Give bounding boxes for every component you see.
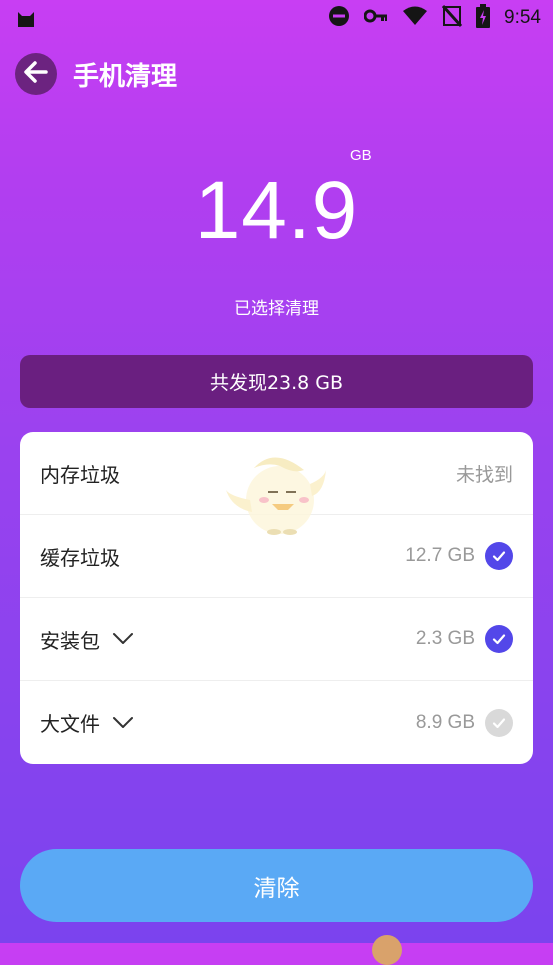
page-title: 手机清理	[73, 61, 178, 92]
selected-size-value: 14.9	[194, 165, 359, 256]
list-item-install-packages[interactable]: 安装包 2.3 GB	[20, 598, 533, 681]
item-status: 未找到	[455, 463, 513, 486]
clear-button[interactable]: 清除	[20, 849, 533, 922]
item-label: 安装包	[40, 628, 100, 653]
item-size: 12.7 GB	[405, 545, 475, 566]
mascot-bird-icon[interactable]	[224, 448, 328, 538]
checkbox-unchecked-icon[interactable]	[485, 708, 513, 737]
key-icon	[363, 8, 388, 28]
wifi-icon	[402, 6, 428, 30]
battery-icon	[476, 4, 491, 32]
dnd-icon	[328, 5, 350, 31]
item-label: 缓存垃圾	[40, 545, 120, 570]
checkbox-checked-icon[interactable]	[485, 542, 513, 570]
back-button[interactable]	[15, 53, 57, 95]
selected-size-unit: GB	[350, 147, 372, 164]
app-header: 手机清理	[15, 52, 177, 96]
list-item-large-files[interactable]: 大文件 8.9 GB	[20, 681, 533, 764]
item-label: 内存垃圾	[40, 462, 120, 487]
chevron-down-icon[interactable]	[112, 632, 134, 646]
status-bar: 9:54	[0, 0, 553, 36]
chevron-down-icon[interactable]	[112, 716, 134, 730]
cat-icon	[16, 8, 36, 28]
no-signal-icon	[441, 4, 463, 31]
found-total-banner: 共发现23.8 GB	[20, 355, 533, 408]
status-time: 9:54	[504, 7, 541, 28]
item-label: 大文件	[40, 712, 100, 736]
selected-caption: 已选择清理	[234, 299, 319, 319]
arrow-left-icon	[23, 59, 49, 89]
checkbox-checked-icon[interactable]	[485, 625, 513, 653]
floating-widget[interactable]	[372, 935, 402, 965]
item-size: 8.9 GB	[415, 711, 475, 733]
item-size: 2.3 GB	[415, 628, 475, 649]
